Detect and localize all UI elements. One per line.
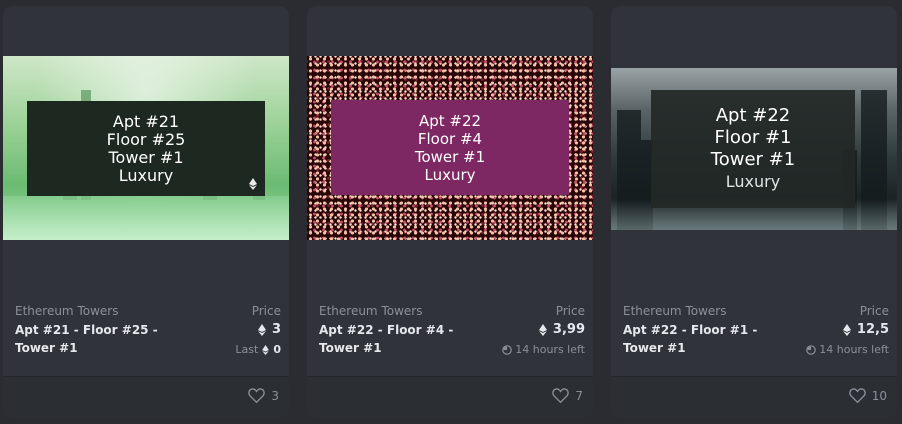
price-value: 3 [271, 322, 281, 337]
like-count: 7 [575, 388, 583, 403]
image-line-apartment: Apt #21 [112, 111, 180, 131]
nft-info: Ethereum Towers Apt #22 - Floor #1 - Tow… [623, 304, 889, 374]
image-line-floor: Floor #25 [106, 129, 186, 149]
like-count: 10 [871, 388, 887, 403]
image-line-tier: Luxury [424, 165, 476, 184]
price: 3 [257, 322, 281, 337]
like-button[interactable]: 10 [848, 388, 887, 403]
ethereum-icon [249, 178, 257, 190]
image-line-floor: Floor #4 [417, 129, 483, 148]
nft-title[interactable]: Apt #21 - Floor #25 - Tower #1 [15, 321, 165, 357]
nft-card[interactable]: Apt #21 Floor #25 Tower #1 Luxury Ethere… [3, 6, 289, 418]
nft-image-label: Apt #22 Floor #1 Tower #1 Luxury [651, 90, 855, 208]
heart-icon[interactable] [552, 388, 570, 403]
nft-image[interactable]: Apt #21 Floor #25 Tower #1 Luxury [3, 56, 289, 240]
nft-title[interactable]: Apt #22 - Floor #4 - Tower #1 [319, 321, 469, 357]
last-price-label: Last [235, 343, 259, 356]
nft-image-label: Apt #22 Floor #4 Tower #1 Luxury [331, 100, 569, 195]
ethereum-icon [257, 323, 266, 336]
heart-icon[interactable] [848, 388, 866, 403]
nft-image[interactable]: Apt #22 Floor #1 Tower #1 Luxury [611, 68, 897, 230]
like-count: 3 [271, 388, 279, 403]
nft-card[interactable]: Apt #22 Floor #4 Tower #1 Luxury Ethereu… [307, 6, 593, 418]
time-left-text: 14 hours left [819, 343, 889, 356]
card-footer: 7 [307, 376, 593, 418]
card-footer: 10 [611, 376, 897, 418]
collection-name[interactable]: Ethereum Towers [15, 304, 118, 318]
last-price: Last 0 [235, 343, 281, 356]
image-line-tower: Tower #1 [710, 149, 796, 170]
auction-time-left: 14 hours left [502, 343, 585, 356]
like-button[interactable]: 7 [552, 388, 583, 403]
card-footer: 3 [3, 376, 289, 418]
price: 3,99 [538, 322, 585, 337]
price-label: Price [555, 304, 585, 318]
image-line-apartment: Apt #22 [418, 111, 482, 130]
price-value: 12,5 [856, 322, 889, 337]
nft-title[interactable]: Apt #22 - Floor #1 - Tower #1 [623, 321, 773, 357]
nft-info: Ethereum Towers Apt #22 - Floor #4 - Tow… [319, 304, 585, 374]
price-label: Price [859, 304, 889, 318]
image-line-tier: Luxury [118, 165, 174, 185]
clock-icon [806, 344, 817, 355]
price-label: Price [251, 304, 281, 318]
collection-name[interactable]: Ethereum Towers [623, 304, 726, 318]
image-line-apartment: Apt #22 [715, 105, 791, 126]
nft-info: Ethereum Towers Apt #21 - Floor #25 - To… [15, 304, 281, 374]
time-left-text: 14 hours left [515, 343, 585, 356]
heart-icon[interactable] [248, 388, 266, 403]
nft-card[interactable]: Apt #22 Floor #1 Tower #1 Luxury Ethereu… [611, 6, 897, 418]
auction-time-left: 14 hours left [806, 343, 889, 356]
nft-image[interactable]: Apt #22 Floor #4 Tower #1 Luxury [307, 56, 593, 240]
image-line-tower: Tower #1 [414, 147, 486, 166]
ethereum-icon [842, 323, 851, 336]
price-value: 3,99 [552, 322, 585, 337]
price: 12,5 [842, 322, 889, 337]
clock-icon [502, 344, 513, 355]
ethereum-icon [538, 323, 547, 336]
like-button[interactable]: 3 [248, 388, 279, 403]
image-line-tower: Tower #1 [108, 147, 184, 167]
nft-image-label: Apt #21 Floor #25 Tower #1 Luxury [27, 101, 265, 196]
image-line-tier: Luxury [725, 172, 781, 191]
collection-name[interactable]: Ethereum Towers [319, 304, 422, 318]
ethereum-icon [262, 344, 270, 355]
image-line-floor: Floor #1 [714, 127, 792, 148]
last-price-value: 0 [273, 343, 281, 356]
